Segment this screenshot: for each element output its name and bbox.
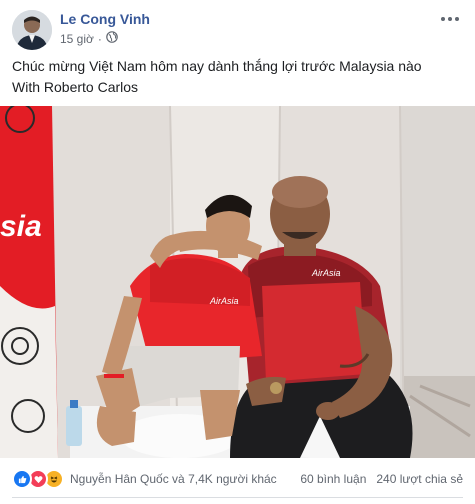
avatar[interactable]: [12, 10, 52, 50]
post-header: Le Cong Vinh 15 giờ ·: [12, 8, 463, 50]
caption-line: With Roberto Carlos: [12, 79, 139, 95]
reaction-summary[interactable]: Nguyễn Hân Quốc và 7,4K người khác: [70, 472, 277, 486]
post-footer: Nguyễn Hân Quốc và 7,4K người khác 60 bì…: [12, 466, 463, 492]
caption-line: Chúc mừng Việt Nam hôm nay dành thắng lợ…: [12, 58, 422, 74]
post-caption: Chúc mừng Việt Nam hôm nay dành thắng lợ…: [12, 56, 463, 98]
post-card: Le Cong Vinh 15 giờ · Chúc mừng Việt Nam…: [0, 0, 475, 504]
post-photo[interactable]: sia AirAsia AirAsia: [0, 106, 475, 458]
post-time[interactable]: 15 giờ: [60, 32, 94, 46]
like-icon: [12, 469, 32, 489]
more-options-icon[interactable]: [441, 14, 461, 24]
globe-icon[interactable]: [106, 31, 118, 46]
author-name[interactable]: Le Cong Vinh: [60, 11, 150, 27]
banner-text: sia: [0, 210, 42, 243]
reaction-icons[interactable]: [12, 469, 64, 489]
comments-count[interactable]: 60 bình luận: [300, 472, 366, 486]
divider: [12, 497, 463, 498]
post-meta: 15 giờ ·: [60, 31, 118, 46]
shares-count[interactable]: 240 lượt chia sẻ: [376, 472, 463, 486]
engagement-stats: 60 bình luận 240 lượt chia sẻ: [300, 472, 463, 486]
shirt-logo-left: AirAsia: [209, 296, 239, 306]
shirt-logo-right: AirAsia: [311, 268, 341, 278]
separator-dot: ·: [97, 31, 102, 46]
